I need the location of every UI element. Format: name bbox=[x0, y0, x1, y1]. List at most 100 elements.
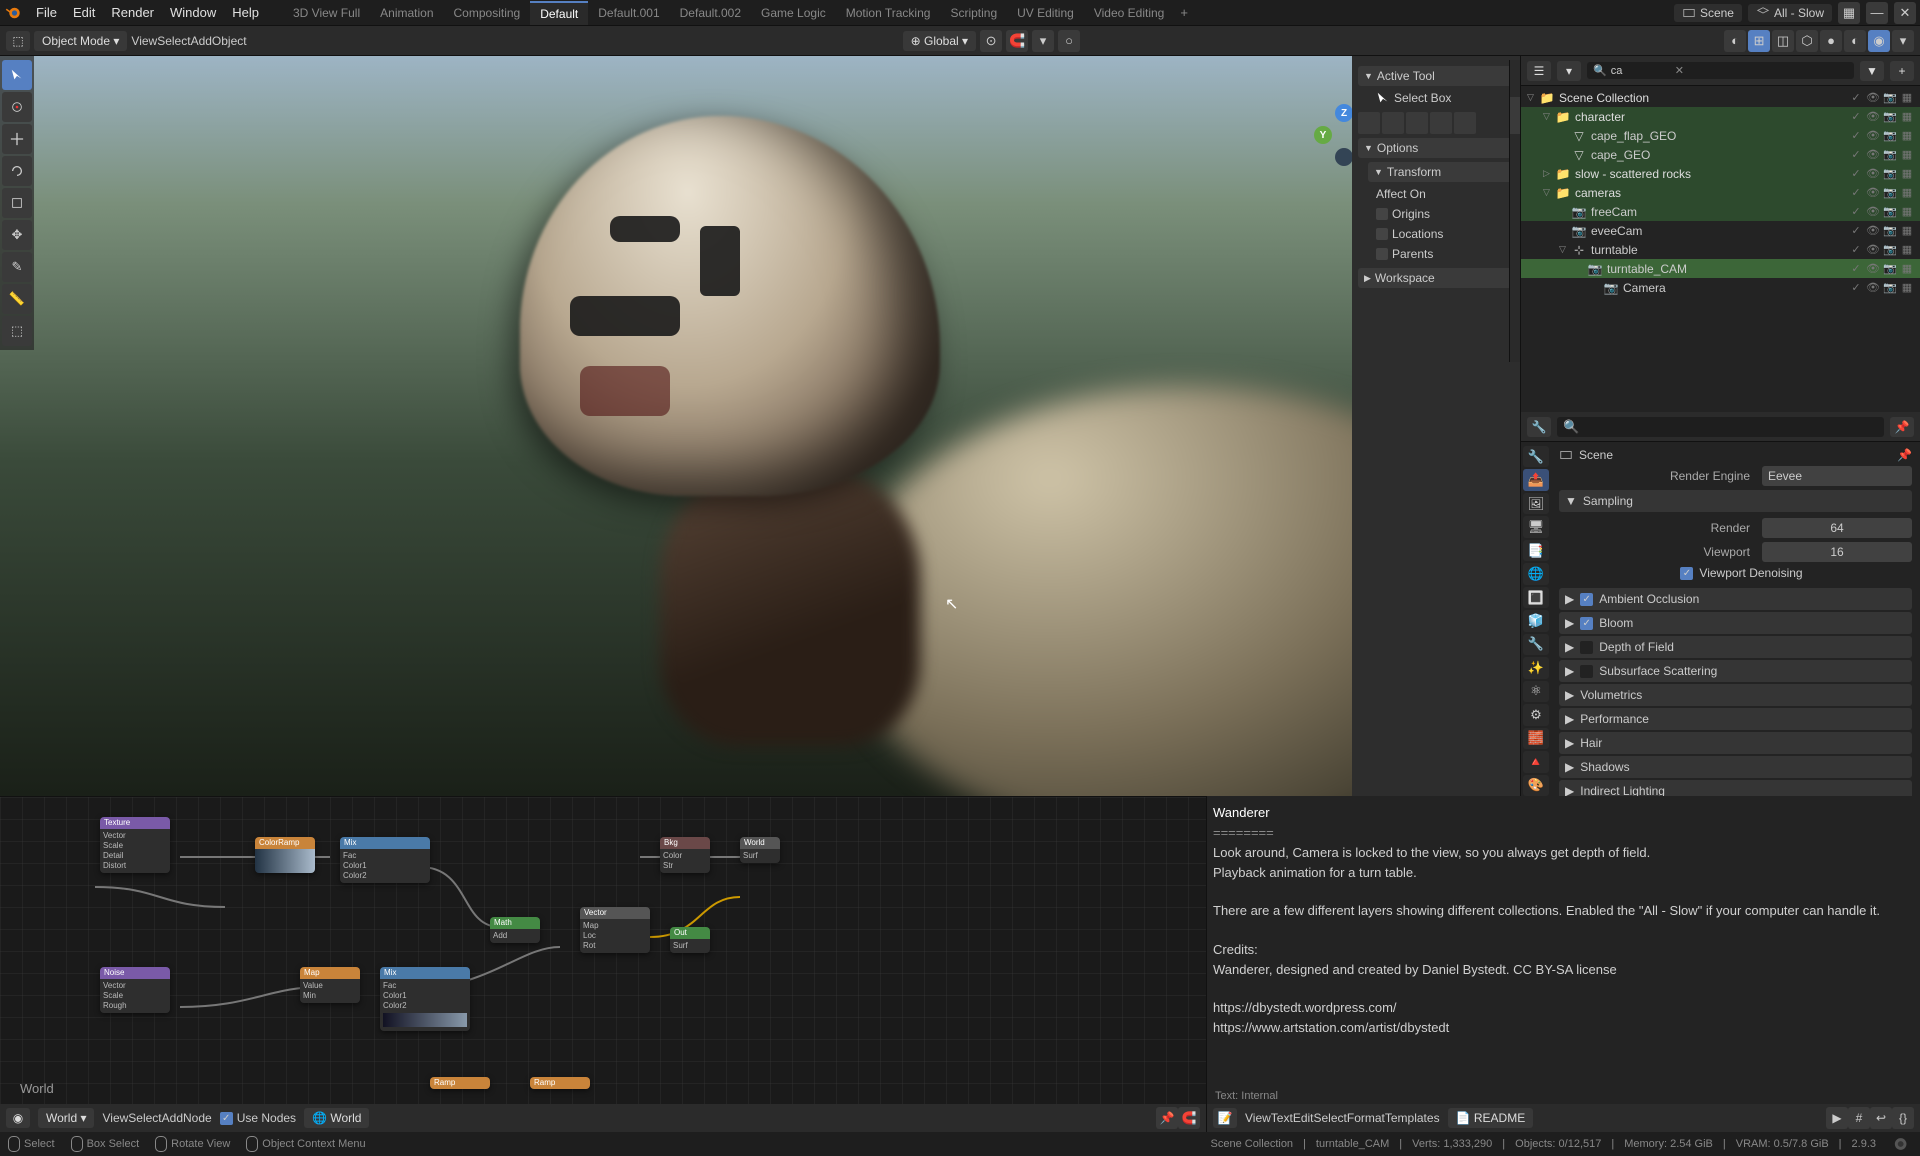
visibility-toggle[interactable]: ✓ bbox=[1849, 205, 1863, 218]
editor-type-selector[interactable]: ⬚ bbox=[6, 31, 30, 51]
properties-tab-12[interactable]: 🧱 bbox=[1523, 728, 1549, 749]
workspace-tab[interactable]: Animation bbox=[370, 2, 443, 24]
render-samples-input[interactable]: 64 bbox=[1762, 518, 1912, 538]
visibility-toggle[interactable]: 👁 bbox=[1866, 129, 1880, 142]
outliner-row[interactable]: ▽cape_GEO✓👁📷▦ bbox=[1521, 145, 1920, 164]
visibility-toggle[interactable]: ▦ bbox=[1900, 224, 1914, 237]
visibility-toggle[interactable]: ▦ bbox=[1900, 91, 1914, 104]
workspace-tab[interactable]: Default bbox=[530, 1, 588, 25]
visibility-toggle[interactable]: ▦ bbox=[1900, 243, 1914, 256]
pin-icon[interactable]: 📌 bbox=[1897, 448, 1912, 462]
orientation-selector[interactable]: ⊕ Global ▾ bbox=[903, 31, 976, 51]
node-pin[interactable]: 📌 bbox=[1156, 1107, 1178, 1129]
tool-preset-2[interactable] bbox=[1382, 112, 1404, 134]
section-shadows[interactable]: ▶Shadows bbox=[1559, 756, 1912, 778]
tool-annotate[interactable]: ✎ bbox=[2, 252, 32, 282]
visibility-toggle[interactable]: 👁 bbox=[1866, 243, 1880, 256]
node-datablock[interactable]: 🌐 World bbox=[304, 1108, 369, 1128]
xray-toggle[interactable]: ◫ bbox=[1772, 30, 1794, 52]
visibility-toggle[interactable]: ▦ bbox=[1900, 148, 1914, 161]
section-checkbox[interactable]: ✓ bbox=[1580, 617, 1593, 630]
outliner-row[interactable]: 📷Camera✓👁📷▦ bbox=[1521, 278, 1920, 297]
outliner-row[interactable]: 📷freeCam✓👁📷▦ bbox=[1521, 202, 1920, 221]
tool-transform[interactable]: ✥ bbox=[2, 220, 32, 250]
text-editor-type[interactable]: 📝 bbox=[1213, 1108, 1237, 1128]
workspace-tab[interactable]: Scripting bbox=[940, 2, 1007, 24]
visibility-toggle[interactable]: 📷 bbox=[1883, 91, 1897, 104]
use-nodes-check[interactable]: ✓Use Nodes bbox=[220, 1111, 296, 1125]
text-run-script[interactable]: ▶ bbox=[1826, 1107, 1848, 1129]
visibility-toggle[interactable]: 👁 bbox=[1866, 91, 1880, 104]
text-content[interactable]: Wanderer ======== Look around, Camera is… bbox=[1207, 796, 1920, 1104]
properties-tab-0[interactable]: 🔧 bbox=[1523, 446, 1549, 467]
shading-matcap[interactable]: ◐ bbox=[1844, 30, 1866, 52]
tool-select-box[interactable] bbox=[2, 60, 32, 90]
tool-add[interactable]: ⬚ bbox=[2, 316, 32, 346]
node-menu-view[interactable]: View bbox=[102, 1111, 128, 1125]
text-menu-view[interactable]: View bbox=[1245, 1111, 1271, 1125]
mode-selector[interactable]: Object Mode ▾ bbox=[34, 31, 127, 51]
visibility-toggle[interactable]: ✓ bbox=[1849, 129, 1863, 142]
outliner-search[interactable]: 🔍 ✕ bbox=[1587, 62, 1854, 79]
render-engine-select[interactable]: Eevee bbox=[1762, 466, 1912, 486]
visibility-toggle[interactable]: 📷 bbox=[1883, 224, 1897, 237]
transform-header[interactable]: ▼Transform bbox=[1368, 162, 1514, 182]
section-checkbox[interactable] bbox=[1580, 641, 1593, 654]
visibility-toggle[interactable]: ✓ bbox=[1849, 167, 1863, 180]
workspace-tab[interactable]: UV Editing bbox=[1007, 2, 1084, 24]
outliner-search-input[interactable] bbox=[1611, 65, 1671, 77]
menu-window[interactable]: Window bbox=[162, 3, 224, 22]
properties-tab-2[interactable]: 🖼 bbox=[1523, 493, 1549, 514]
node-snap[interactable]: 🧲 bbox=[1178, 1107, 1200, 1129]
workspace-tab[interactable]: Compositing bbox=[444, 2, 531, 24]
node-menu-select[interactable]: Select bbox=[128, 1111, 161, 1125]
workspace-header[interactable]: ▶Workspace bbox=[1358, 268, 1514, 288]
visibility-toggle[interactable]: 📷 bbox=[1883, 148, 1897, 161]
workspace-tab[interactable]: 3D View Full bbox=[283, 2, 370, 24]
tool-measure[interactable]: 📏 bbox=[2, 284, 32, 314]
properties-pin[interactable]: 📌 bbox=[1890, 417, 1914, 437]
outliner-row[interactable]: ▽📁Scene Collection✓👁📷▦ bbox=[1521, 88, 1920, 107]
properties-editor-type[interactable]: 🔧 bbox=[1527, 417, 1551, 437]
menu-edit[interactable]: Edit bbox=[65, 3, 103, 22]
node-menu-node[interactable]: Node bbox=[183, 1111, 212, 1125]
outliner-row[interactable]: 📷eveeCam✓👁📷▦ bbox=[1521, 221, 1920, 240]
overlay-toggle[interactable]: ⊞ bbox=[1748, 30, 1770, 52]
shader-node-editor[interactable]: TextureVectorScaleDetailDistort NoiseVec… bbox=[0, 796, 1206, 1132]
text-menu-select[interactable]: Select bbox=[1314, 1111, 1347, 1125]
properties-tab-3[interactable]: 🖥 bbox=[1523, 516, 1549, 537]
workspace-tab[interactable]: Video Editing bbox=[1084, 2, 1175, 24]
outliner-row[interactable]: ▽📁character✓👁📷▦ bbox=[1521, 107, 1920, 126]
viewport-menu-select[interactable]: Select bbox=[157, 34, 190, 48]
visibility-toggle[interactable]: 📷 bbox=[1883, 262, 1897, 275]
outliner-row[interactable]: ▽⊹turntable✓👁📷▦ bbox=[1521, 240, 1920, 259]
properties-tab-8[interactable]: 🔧 bbox=[1523, 634, 1549, 655]
sidebar-tab-view[interactable]: View bbox=[1509, 134, 1520, 174]
text-menu-text[interactable]: Text bbox=[1271, 1111, 1293, 1125]
visibility-toggle[interactable]: ▦ bbox=[1900, 281, 1914, 294]
text-menu-format[interactable]: Format bbox=[1347, 1111, 1385, 1125]
outliner-new-collection[interactable]: + bbox=[1890, 61, 1914, 81]
workspace-tab[interactable]: Default.001 bbox=[588, 2, 669, 24]
workspace-tab[interactable]: Game Logic bbox=[751, 2, 836, 24]
options-header[interactable]: ▼Options bbox=[1358, 138, 1514, 158]
visibility-toggle[interactable]: ✓ bbox=[1849, 148, 1863, 161]
properties-tab-1[interactable]: 📤 bbox=[1523, 469, 1549, 490]
section-subsurface-scattering[interactable]: ▶Subsurface Scattering bbox=[1559, 660, 1912, 682]
scene-selector[interactable]: Scene bbox=[1674, 4, 1742, 22]
visibility-toggle[interactable]: 👁 bbox=[1866, 148, 1880, 161]
section-ambient-occlusion[interactable]: ▶✓Ambient Occlusion bbox=[1559, 588, 1912, 610]
visibility-toggle[interactable]: ▦ bbox=[1900, 262, 1914, 275]
tool-preset-3[interactable] bbox=[1406, 112, 1428, 134]
visibility-toggle[interactable]: 📷 bbox=[1883, 186, 1897, 199]
active-tool-header[interactable]: ▼Active Tool bbox=[1358, 66, 1514, 86]
tool-preset-1[interactable] bbox=[1358, 112, 1380, 134]
tool-move[interactable] bbox=[2, 124, 32, 154]
properties-tab-6[interactable]: 🔳 bbox=[1523, 587, 1549, 608]
viewport-denoising-check[interactable]: ✓ bbox=[1680, 567, 1693, 580]
text-menu-edit[interactable]: Edit bbox=[1293, 1111, 1314, 1125]
shading-solid[interactable]: ● bbox=[1820, 30, 1842, 52]
properties-tab-9[interactable]: ✨ bbox=[1523, 657, 1549, 678]
tool-preset-5[interactable] bbox=[1454, 112, 1476, 134]
section-checkbox[interactable]: ✓ bbox=[1580, 593, 1593, 606]
